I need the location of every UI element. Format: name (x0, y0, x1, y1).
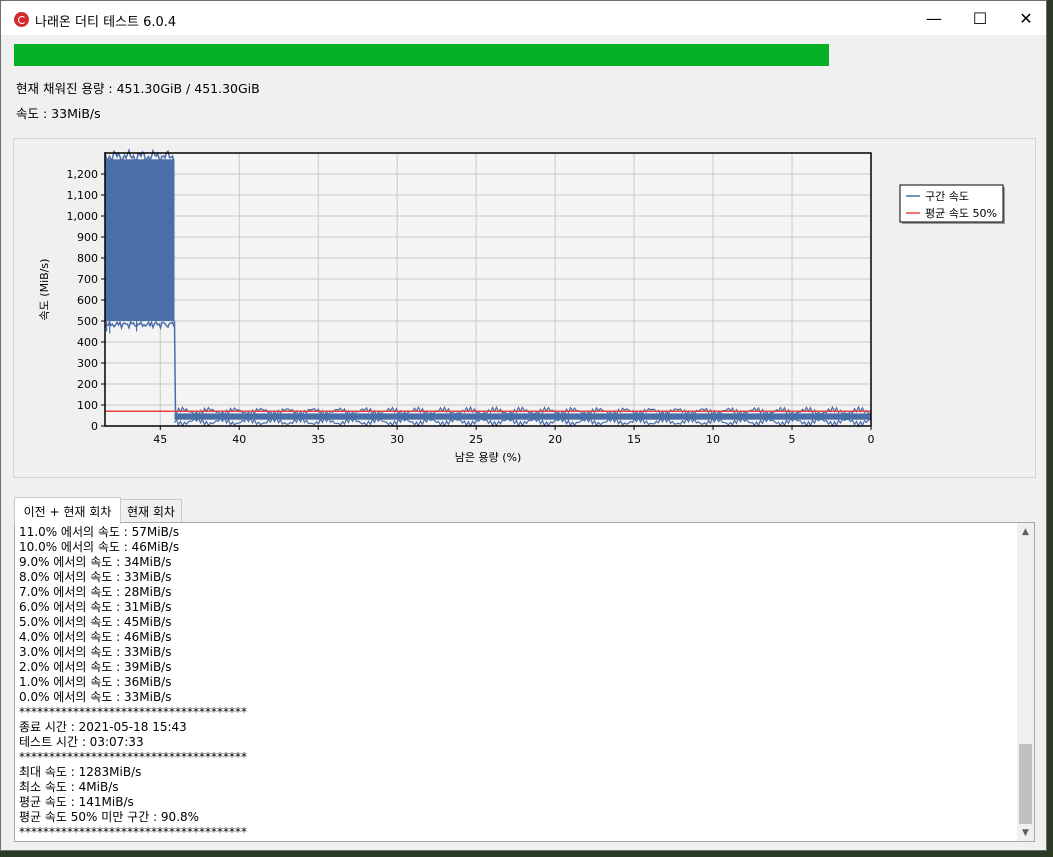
legend-label: 구간 속도 (925, 190, 969, 203)
y-axis-label: 속도 (MiB/s) (38, 259, 51, 321)
y-tick-label: 400 (77, 336, 98, 349)
log-line: 평균 속도 50% 미만 구간 : 90.8% (19, 810, 200, 824)
log-line: 8.0% 에서의 속도 : 33MiB/s (19, 570, 172, 584)
y-tick-label: 1,100 (67, 189, 99, 202)
minimize-button[interactable]: — (911, 1, 957, 35)
y-tick-label: 600 (77, 294, 98, 307)
log-textbox[interactable]: 11.0% 에서의 속도 : 57MiB/s 10.0% 에서의 속도 : 46M… (14, 522, 1035, 842)
x-tick-label: 20 (548, 433, 562, 446)
window-title: 나래온 더티 테스트 6.0.4 (35, 15, 177, 30)
log-lines: 11.0% 에서의 속도 : 57MiB/s 10.0% 에서의 속도 : 46M… (19, 525, 247, 840)
y-tick-label: 100 (77, 399, 98, 412)
y-tick-label: 500 (77, 315, 98, 328)
log-line: 11.0% 에서의 속도 : 57MiB/s (19, 525, 180, 539)
x-tick-label: 35 (311, 433, 325, 446)
log-line: 테스트 시간 : 03:07:33 (19, 735, 144, 749)
log-line: 9.0% 에서의 속도 : 34MiB/s (19, 555, 172, 569)
x-tick-label: 30 (390, 433, 404, 446)
title-bar[interactable]: 나래온 더티 테스트 6.0.4 — ☐ ✕ (1, 1, 1046, 35)
tab-all-rounds[interactable]: 이전 + 현재 회차 (14, 497, 121, 524)
log-line: 2.0% 에서의 속도 : 39MiB/s (19, 660, 172, 674)
x-tick-label: 10 (706, 433, 720, 446)
scroll-down-icon[interactable]: ▼ (1017, 824, 1034, 841)
legend-label: 평균 속도 50% (925, 207, 997, 220)
y-tick-label: 700 (77, 273, 98, 286)
log-line: ************************************** (19, 750, 247, 764)
x-axis-label: 남은 용량 (%) (455, 451, 522, 464)
log-line: 평균 속도 : 141MiB/s (19, 795, 134, 809)
speed-series-block (105, 159, 175, 321)
log-line: 10.0% 에서의 속도 : 46MiB/s (19, 540, 180, 554)
app-window: 나래온 더티 테스트 6.0.4 — ☐ ✕ 현재 채워진 용량 : 451.3… (0, 0, 1047, 851)
speed-chart: 01002003004005006007008009001,0001,1001,… (38, 148, 1005, 464)
y-tick-label: 900 (77, 231, 98, 244)
log-line: 5.0% 에서의 속도 : 45MiB/s (19, 615, 172, 629)
y-tick-label: 200 (77, 378, 98, 391)
x-tick-label: 25 (469, 433, 483, 446)
x-tick-label: 15 (627, 433, 641, 446)
log-scrollbar[interactable]: ▲ ▼ (1017, 523, 1034, 841)
log-line: 종료 시간 : 2021-05-18 15:43 (19, 720, 187, 734)
y-tick-label: 300 (77, 357, 98, 370)
log-line: ************************************** (19, 705, 247, 719)
app-logo-icon (14, 12, 29, 27)
x-tick-label: 0 (868, 433, 875, 446)
fill-progress-bar-fill (14, 44, 829, 66)
x-tick-label: 5 (789, 433, 796, 446)
y-tick-label: 800 (77, 252, 98, 265)
scroll-thumb[interactable] (1019, 744, 1032, 824)
tab-current-round[interactable]: 현재 회차 (120, 499, 182, 523)
log-line: 7.0% 에서의 속도 : 28MiB/s (19, 585, 172, 599)
log-line: 최대 속도 : 1283MiB/s (19, 765, 142, 779)
log-line: 최소 속도 : 4MiB/s (19, 780, 119, 794)
x-tick-label: 40 (232, 433, 246, 446)
log-line: 0.0% 에서의 속도 : 33MiB/s (19, 690, 172, 704)
y-tick-label: 1,200 (67, 168, 99, 181)
close-button[interactable]: ✕ (1003, 1, 1049, 35)
log-line: 4.0% 에서의 속도 : 46MiB/s (19, 630, 172, 644)
fill-progress-bar (14, 44, 829, 66)
x-tick-label: 45 (153, 433, 167, 446)
plot-area (105, 153, 871, 426)
capacity-status: 현재 채워진 용량 : 451.30GiB / 451.30GiB (16, 81, 260, 96)
y-tick-label: 1,000 (67, 210, 99, 223)
y-tick-label: 0 (91, 420, 98, 433)
scroll-up-icon[interactable]: ▲ (1017, 523, 1034, 540)
maximize-button[interactable]: ☐ (957, 1, 1003, 35)
log-line: 1.0% 에서의 속도 : 36MiB/s (19, 675, 172, 689)
log-line: 6.0% 에서의 속도 : 31MiB/s (19, 600, 172, 614)
speed-series-band (174, 413, 871, 420)
log-line: ************************************** (19, 825, 247, 839)
log-line: 3.0% 에서의 속도 : 33MiB/s (19, 645, 172, 659)
speed-chart-panel: 0 100 200 300 400 500 600 700 800 900 1,000 1,100 1,… (13, 138, 1036, 478)
speed-series-drop (173, 320, 177, 414)
speed-status: 속도 : 33MiB/s (16, 106, 101, 121)
